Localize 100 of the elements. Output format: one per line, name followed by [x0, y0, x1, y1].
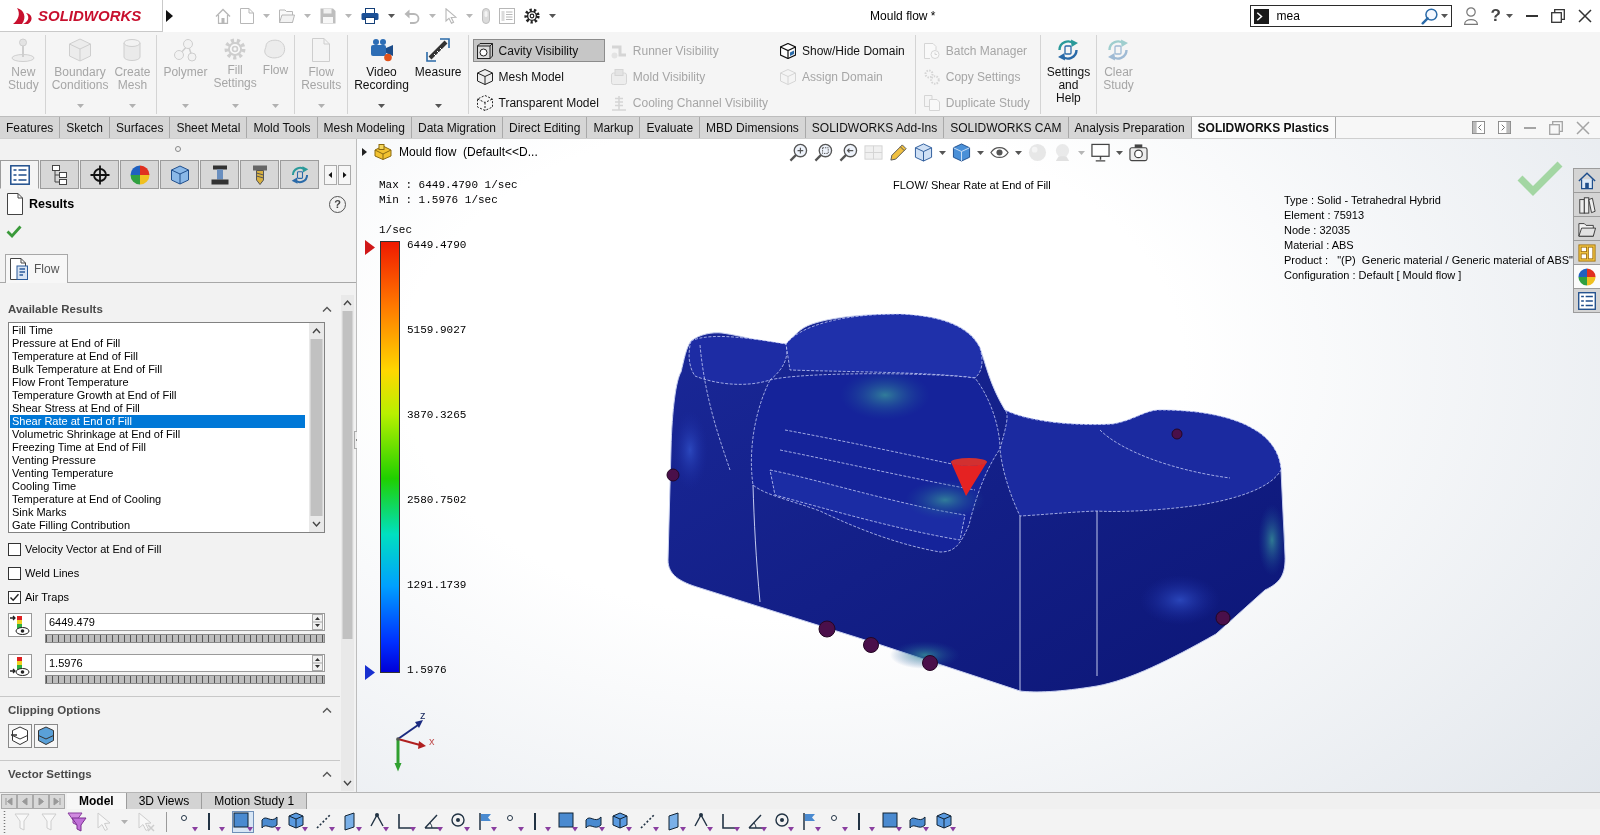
vertex-filter-icon[interactable]	[693, 812, 713, 832]
corner-filter-icon[interactable]	[396, 812, 416, 832]
task-pane-tab[interactable]	[1574, 241, 1600, 265]
magnifier-plus-icon[interactable]	[789, 143, 808, 162]
result-list-item[interactable]: Sink Marks	[10, 506, 305, 519]
scrollbar[interactable]	[341, 295, 354, 791]
scrollbar[interactable]	[309, 323, 324, 532]
bottom-tab[interactable]: Motion Study 1	[202, 793, 308, 809]
line-filter-icon[interactable]	[531, 812, 551, 832]
confirm-check-icon[interactable]	[6, 224, 22, 238]
point-filter-icon[interactable]	[828, 812, 848, 832]
chevron-up-icon[interactable]	[322, 771, 332, 777]
panel-left-icon[interactable]	[1472, 121, 1485, 134]
camera-icon[interactable]	[1129, 143, 1148, 162]
ribbon-tab[interactable]: Mesh Modeling	[317, 117, 412, 138]
angle-filter-icon[interactable]	[423, 812, 443, 832]
line-filter-icon[interactable]	[855, 812, 875, 832]
bottom-tab[interactable]: 3D Views	[126, 793, 203, 809]
ribbon-button[interactable]: Cavity Visibility	[472, 39, 605, 62]
ribbon-tab[interactable]: Mold Tools	[247, 117, 318, 138]
number-field[interactable]: 1.5976	[45, 654, 325, 672]
ribbon-tab[interactable]: Analysis Preparation	[1068, 117, 1192, 138]
confirm-check-icon[interactable]	[1517, 160, 1563, 196]
section-cube-icon[interactable]	[8, 724, 32, 748]
caret-icon[interactable]	[939, 150, 946, 155]
result-list-item[interactable]: Shear Stress at End of Fill	[10, 402, 305, 415]
ribbon-tab[interactable]: Direct Editing	[503, 117, 588, 138]
shaded-cube-icon[interactable]	[952, 143, 971, 162]
square-filter-icon[interactable]	[558, 812, 578, 832]
model-breadcrumb[interactable]: Mould flow (Default<<D...	[399, 145, 538, 159]
ribbon-tab[interactable]: Data Migration	[411, 117, 503, 138]
ribbon-tab[interactable]: Evaluate	[640, 117, 701, 138]
search-icon[interactable]	[1420, 7, 1438, 25]
cube-icon[interactable]	[914, 143, 933, 162]
target-filter-icon[interactable]	[450, 812, 470, 832]
close-icon[interactable]	[1578, 9, 1592, 23]
plane-filter-icon[interactable]	[666, 812, 686, 832]
spin-arrows-icon[interactable]	[312, 655, 323, 671]
result-list-item[interactable]: Bulk Temperature at End of Fill	[10, 363, 305, 376]
triangle-marker-icon[interactable]	[365, 665, 375, 680]
task-pane-tab[interactable]	[1574, 289, 1600, 313]
result-list-item[interactable]: Volumetric Shrinkage at End of Fill	[10, 428, 305, 441]
monitor-icon[interactable]	[1091, 143, 1110, 162]
ribbon-button[interactable]: Video Recording	[352, 35, 411, 114]
checkbox[interactable]	[8, 566, 21, 580]
panel-tab[interactable]	[40, 160, 79, 189]
result-list-item[interactable]: Venting Temperature	[10, 467, 305, 480]
panel-tab[interactable]: Flow	[5, 254, 69, 283]
ribbon-tab[interactable]: MBD Dimensions	[700, 117, 806, 138]
spin-arrows-icon[interactable]	[312, 614, 323, 630]
cube-filter-icon[interactable]	[936, 812, 956, 832]
chevron-up-icon[interactable]	[322, 306, 332, 312]
caret-icon[interactable]	[977, 150, 984, 155]
search-field[interactable]: mea	[1249, 5, 1452, 27]
printer-icon[interactable]	[361, 8, 379, 24]
caret-icon[interactable]	[1440, 14, 1448, 18]
ribbon-button[interactable]: Transparent Model	[472, 91, 605, 114]
ribbon-tab[interactable]: Markup	[587, 117, 641, 138]
ribbon-tab[interactable]: Sheet Metal	[170, 117, 248, 138]
panel-tab[interactable]	[200, 160, 239, 189]
ribbon-tab[interactable]: SOLIDWORKS Plastics	[1191, 117, 1336, 138]
chevron-up-icon[interactable]	[322, 707, 332, 713]
magnifier-box-icon[interactable]	[814, 143, 833, 162]
expand-arrow-icon[interactable]	[362, 148, 367, 156]
ribbon-tab[interactable]: Sketch	[60, 117, 111, 138]
caret-icon[interactable]	[1506, 14, 1513, 18]
result-list-item[interactable]: Temperature at End of Fill	[10, 350, 305, 363]
result-list-item[interactable]: Temperature at End of Cooling	[10, 493, 305, 506]
panel-right-icon[interactable]	[1498, 121, 1511, 134]
grip-dot-icon[interactable]	[175, 145, 181, 152]
number-field[interactable]: 6449.479	[45, 613, 325, 631]
panel-tab[interactable]	[160, 160, 199, 189]
point-filter-icon[interactable]	[504, 812, 524, 832]
scroll-left-icon[interactable]	[324, 165, 337, 185]
caret-icon[interactable]	[1015, 150, 1022, 155]
ribbon-button[interactable]: Measure	[412, 35, 464, 114]
help-button[interactable]: ?	[1490, 7, 1501, 25]
restore-icon[interactable]	[1551, 9, 1565, 23]
dashed-line-filter-icon[interactable]	[639, 812, 659, 832]
funnels-icon[interactable]	[67, 812, 87, 832]
task-pane-tab[interactable]	[1574, 265, 1600, 289]
scroll-right-icon[interactable]	[338, 165, 351, 185]
panel-tab[interactable]	[0, 160, 39, 189]
task-pane-tab[interactable]	[1574, 169, 1600, 193]
ribbon-tab[interactable]: SOLIDWORKS CAM	[944, 117, 1069, 138]
ribbon-tab[interactable]: SOLIDWORKS Add-Ins	[805, 117, 945, 138]
dashed-line-filter-icon[interactable]	[315, 812, 335, 832]
bottom-tab[interactable]: Model	[67, 793, 127, 809]
line-filter-icon[interactable]	[205, 812, 225, 832]
result-list-item[interactable]: Venting Pressure	[10, 454, 305, 467]
result-list-item[interactable]: Freezing Time at End of Fill	[10, 441, 305, 454]
gear-icon[interactable]	[524, 8, 540, 24]
angle-filter-icon[interactable]	[747, 812, 767, 832]
result-list-item[interactable]: Fill Time	[10, 324, 305, 337]
shaded-section-cube-icon[interactable]	[34, 724, 58, 748]
result-list-item[interactable]: Flow Front Temperature	[10, 376, 305, 389]
caret-icon[interactable]	[549, 14, 556, 18]
toolbar-grip-icon[interactable]	[3, 811, 6, 833]
checkbox[interactable]	[8, 542, 21, 556]
color-scale-eye-icon[interactable]	[8, 613, 32, 637]
